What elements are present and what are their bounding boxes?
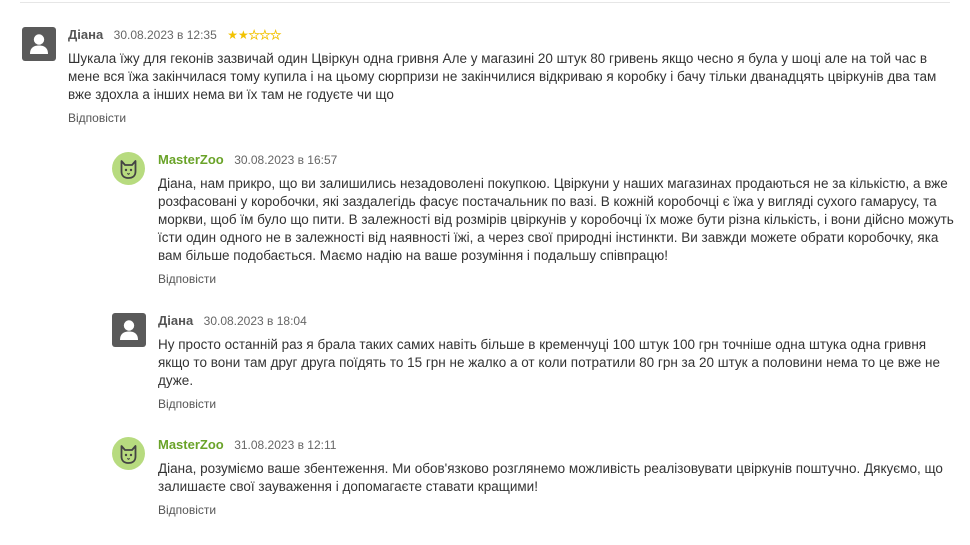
star-icon: ★ bbox=[227, 28, 238, 42]
comment-text: Діана, нам прикро, що ви залишились неза… bbox=[158, 176, 954, 263]
comment-date: 30.08.2023 в 12:35 bbox=[113, 28, 217, 42]
user-avatar-icon bbox=[112, 313, 146, 347]
cat-face-icon bbox=[112, 152, 145, 185]
comment-date: 30.08.2023 в 18:04 bbox=[203, 314, 307, 328]
comment-text: Ну просто останній раз я брала таких сам… bbox=[158, 337, 940, 388]
reply-link[interactable]: Відповісти bbox=[68, 111, 126, 125]
comment-author: Діана bbox=[158, 313, 194, 328]
comment-text: Шукала їжу для геконів зазвичай один Цві… bbox=[68, 51, 937, 102]
comment-date: 31.08.2023 в 12:11 bbox=[234, 438, 337, 452]
star-icon: ★ bbox=[238, 28, 249, 42]
comment-author: MasterZoo bbox=[158, 437, 224, 452]
cat-face-icon bbox=[112, 437, 145, 470]
comment-author: MasterZoo bbox=[158, 152, 224, 167]
comment-author: Діана bbox=[68, 27, 104, 42]
comment-date: 30.08.2023 в 16:57 bbox=[234, 153, 338, 167]
reply-link[interactable]: Відповісти bbox=[158, 397, 216, 411]
reply-link[interactable]: Відповісти bbox=[158, 272, 216, 286]
rating-stars: ★★★★★ bbox=[227, 27, 281, 43]
comment-text: Діана, розуміємо ваше збентеження. Ми об… bbox=[158, 461, 943, 494]
star-empty-icon: ★ bbox=[248, 28, 260, 43]
star-empty-icon: ★ bbox=[259, 28, 271, 43]
star-empty-icon: ★ bbox=[270, 28, 282, 43]
reply-link[interactable]: Відповісти bbox=[158, 503, 216, 517]
top-divider bbox=[20, 2, 950, 3]
user-avatar-icon bbox=[22, 27, 56, 61]
